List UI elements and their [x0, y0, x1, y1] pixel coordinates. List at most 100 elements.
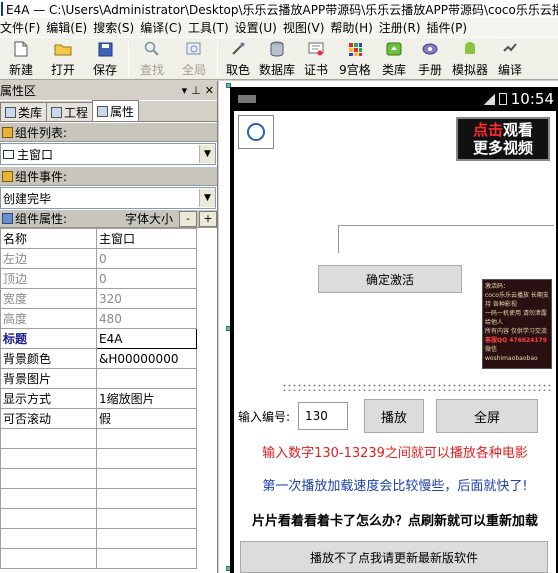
- menu-register[interactable]: 注册(R): [379, 19, 425, 36]
- property-row[interactable]: 宽度 320: [0, 288, 197, 309]
- properties-tab-icon: [97, 105, 109, 117]
- toolbar-separator: [128, 41, 129, 77]
- close-icon[interactable]: ✕: [205, 84, 214, 97]
- menu-help[interactable]: 帮助(H): [330, 19, 376, 36]
- component-icon: [2, 126, 13, 138]
- font-increase-button[interactable]: +: [199, 210, 217, 227]
- property-value[interactable]: [96, 488, 197, 509]
- property-key: [0, 468, 97, 489]
- property-key: 显示方式: [0, 388, 97, 409]
- qr-text-5: 微信 woshimaobaobao: [485, 346, 538, 362]
- property-value[interactable]: 主窗口: [96, 228, 197, 249]
- property-value[interactable]: 480: [96, 308, 197, 329]
- property-value[interactable]: [96, 468, 197, 489]
- property-value[interactable]: [96, 548, 197, 569]
- global-search-icon: [185, 41, 203, 57]
- property-row[interactable]: [0, 488, 197, 509]
- certificate-button[interactable]: 证书: [298, 38, 334, 78]
- project-tab-icon: [51, 106, 63, 118]
- chevron-down-icon[interactable]: ▼: [199, 145, 215, 163]
- property-row[interactable]: [0, 508, 197, 529]
- battery-icon: [498, 93, 507, 105]
- menu-search[interactable]: 搜索(S): [93, 19, 138, 36]
- property-row[interactable]: [0, 428, 197, 449]
- global-button[interactable]: 全局: [173, 38, 215, 78]
- property-row[interactable]: 左边 0: [0, 248, 197, 269]
- property-row[interactable]: [0, 448, 197, 469]
- input-row: 输入编号: 130 播放 全屏: [238, 397, 552, 435]
- property-row[interactable]: [0, 468, 197, 489]
- menu-compile[interactable]: 编译(C): [140, 19, 186, 36]
- property-value[interactable]: 320: [96, 288, 197, 309]
- dropdown-icon[interactable]: ▾: [182, 84, 188, 97]
- property-value[interactable]: [96, 428, 197, 449]
- property-row[interactable]: 名称 主窗口: [0, 228, 197, 249]
- property-value[interactable]: [96, 368, 197, 389]
- watch-ad-image[interactable]: [238, 115, 274, 149]
- keyboard-icon: [238, 95, 256, 103]
- property-value[interactable]: [96, 508, 197, 529]
- range-note: 输入数字130-13239之间就可以播放各种电影: [262, 446, 528, 461]
- menu-settings[interactable]: 设置(U): [235, 19, 281, 36]
- menu-tools[interactable]: 工具(T): [188, 19, 233, 36]
- property-row[interactable]: 标题 E4A: [0, 328, 197, 349]
- fullscreen-button[interactable]: 全屏: [436, 399, 538, 433]
- watch-more-video-banner[interactable]: 点击观看 更多视频: [456, 117, 550, 161]
- library-button[interactable]: 类库: [376, 38, 412, 78]
- emulator-button[interactable]: 模拟器: [448, 38, 492, 78]
- tab-project[interactable]: 工程: [46, 102, 94, 121]
- menu-file[interactable]: 文件(F): [0, 19, 44, 36]
- property-value[interactable]: E4A: [96, 328, 197, 349]
- property-value[interactable]: 0: [96, 248, 197, 269]
- tab-properties[interactable]: 属性: [92, 100, 140, 121]
- open-button[interactable]: 打开: [42, 38, 84, 78]
- component-attr-label: 组件属性:: [15, 212, 68, 226]
- title-bar: E4A — C:\Users\Administrator\Desktop\乐乐云…: [0, 0, 558, 18]
- save-button[interactable]: 保存: [84, 38, 126, 78]
- loading-note: 第一次播放加载速度会比较慢些，后面就快了!: [262, 479, 528, 494]
- find-button[interactable]: 查找: [131, 38, 173, 78]
- number-input[interactable]: 130: [298, 402, 348, 430]
- menu-edit[interactable]: 编辑(E): [46, 19, 91, 36]
- event-select[interactable]: 创建完毕 ▼: [0, 187, 216, 209]
- banner-white-text: 观看: [503, 121, 534, 139]
- property-value[interactable]: [96, 448, 197, 469]
- property-value[interactable]: [96, 528, 197, 549]
- activate-button[interactable]: 确定激活: [318, 265, 462, 293]
- component-select[interactable]: 主窗口 ▼: [0, 143, 216, 165]
- compile-button[interactable]: 编译: [492, 38, 528, 78]
- property-key: 高度: [0, 308, 97, 329]
- property-row[interactable]: [0, 528, 197, 549]
- property-key: 可否滚动: [0, 408, 97, 429]
- manual-button[interactable]: 手册: [412, 38, 448, 78]
- grid-button[interactable]: 9宫格: [334, 38, 376, 78]
- font-decrease-button[interactable]: -: [179, 210, 197, 227]
- property-row[interactable]: 背景颜色 &H00000000: [0, 348, 197, 369]
- play-button[interactable]: 播放: [364, 399, 424, 433]
- property-value[interactable]: &H00000000: [96, 348, 197, 369]
- phone-clock: 10:54: [510, 90, 554, 108]
- property-row[interactable]: 可否滚动假: [0, 408, 197, 429]
- chevron-down-icon[interactable]: ▼: [199, 189, 215, 207]
- design-canvas: 10:54 点击观看 更多视频 确定激活 激活码： coco乐乐云播放 长期支持…: [219, 81, 558, 573]
- property-key: 标题: [0, 328, 97, 349]
- database-button[interactable]: 数据库: [256, 38, 298, 78]
- property-row[interactable]: 顶边 0: [0, 268, 197, 289]
- property-row[interactable]: 背景图片: [0, 368, 197, 389]
- property-row[interactable]: 高度 480: [0, 308, 197, 329]
- property-row[interactable]: 显示方式 1缩放图片: [0, 388, 197, 409]
- menu-view[interactable]: 视图(V): [283, 19, 329, 36]
- pin-icon[interactable]: ⊥: [191, 84, 201, 97]
- component-attr-header: 组件属性: 字体大小 - +: [0, 210, 217, 228]
- color-picker-button[interactable]: 取色: [220, 38, 256, 78]
- tab-library[interactable]: 类库: [0, 102, 48, 121]
- update-button[interactable]: 播放不了点我请更新最新版软件: [240, 541, 548, 573]
- property-value[interactable]: 假: [96, 408, 197, 429]
- android-icon: [461, 41, 479, 57]
- menu-plugins[interactable]: 插件(P): [427, 19, 472, 36]
- property-scroll-area[interactable]: [197, 319, 217, 573]
- property-value[interactable]: 1缩放图片: [96, 388, 197, 409]
- new-button[interactable]: 新建: [0, 38, 42, 78]
- property-value[interactable]: 0: [96, 268, 197, 289]
- property-row[interactable]: [0, 548, 197, 569]
